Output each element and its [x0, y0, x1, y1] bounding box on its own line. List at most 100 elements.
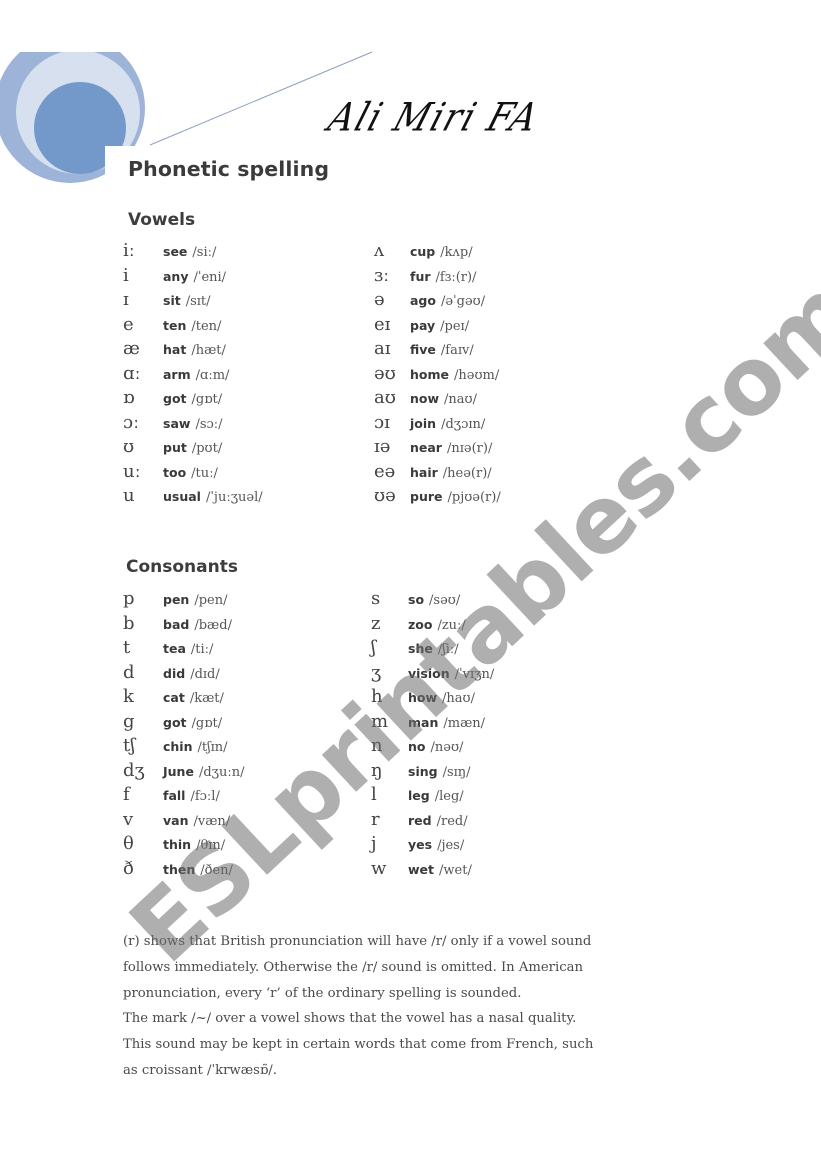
ipa-transcription: /siː/ [192, 245, 217, 260]
example-word: now [410, 391, 440, 406]
example-word: June [163, 763, 194, 779]
phoneme-row: ŋ sing/sɪŋ/ [371, 760, 494, 785]
ipa-transcription: /haʊ/ [442, 691, 475, 706]
ipa-transcription: /ɑːm/ [195, 367, 230, 383]
ipa-transcription: /dɪd/ [190, 666, 220, 682]
phoneme-symbol: ɪə [374, 436, 391, 457]
example-word: ago [410, 293, 436, 308]
phoneme-row: eɪ pay/peɪ/ [374, 314, 501, 339]
phoneme-row: dʒ June/dʒuːn/ [123, 760, 244, 785]
example-word: pay [410, 317, 436, 333]
ipa-transcription: /pjʊə(r)/ [447, 490, 501, 505]
ipa-transcription: /ten/ [191, 318, 222, 334]
ipa-transcription: /pʊt/ [191, 441, 223, 456]
ipa-transcription: /heə(r)/ [442, 465, 492, 481]
example-word: usual [163, 489, 201, 504]
ipa-transcription: /fɔːl/ [190, 789, 220, 804]
phoneme-symbol: p [123, 588, 135, 609]
phoneme-symbol: eə [374, 460, 396, 482]
example-word: fur [410, 268, 431, 284]
phoneme-symbol: e [123, 313, 134, 335]
phoneme-row: eə hair/heə(r)/ [374, 461, 501, 486]
phoneme-row: w wet/wet/ [371, 858, 494, 883]
phoneme-row: g got/gɒt/ [123, 711, 244, 736]
ipa-transcription: /mæn/ [443, 715, 486, 731]
ipa-transcription: /tuː/ [191, 465, 218, 481]
example-word: tea [163, 641, 186, 656]
phoneme-row: aʊ now/naʊ/ [374, 387, 501, 412]
phoneme-row: iː see/siː/ [123, 240, 263, 265]
phoneme-symbol: əʊ [374, 362, 396, 384]
example-word: leg [408, 788, 430, 803]
phoneme-symbol: ɔː [123, 411, 140, 433]
phoneme-row: ɪ sit/sɪt/ [123, 289, 263, 314]
phoneme-symbol: n [371, 735, 383, 756]
phoneme-symbol: ð [123, 857, 134, 879]
phoneme-row: ɑː arm/ɑːm/ [123, 363, 263, 388]
phoneme-row: ɔɪ join/dʒɔɪn/ [374, 412, 501, 437]
phoneme-symbol: θ [123, 833, 134, 854]
phoneme-row: uː too/tuː/ [123, 461, 263, 486]
example-word: home [410, 366, 449, 382]
phoneme-symbol: ʒ [371, 661, 382, 683]
example-word: cup [410, 244, 436, 259]
ipa-transcription: /kæt/ [189, 691, 224, 706]
example-word: got [163, 391, 187, 406]
notes: (r) shows that British pronunciation wil… [123, 929, 603, 1084]
example-word: did [163, 665, 186, 681]
consonants-heading: Consonants [126, 557, 238, 577]
phoneme-row: h how/haʊ/ [371, 686, 494, 711]
phoneme-row: ʒ vision/ˈvɪʒn/ [371, 662, 494, 687]
inner-circle [34, 82, 126, 174]
ipa-transcription: /bæd/ [194, 617, 232, 633]
phoneme-row: ɪə near/nɪə(r)/ [374, 436, 501, 461]
example-word: hat [163, 342, 187, 357]
example-word: thin [163, 837, 192, 852]
ipa-transcription: /gɒt/ [191, 715, 223, 731]
ipa-transcription: /θɪn/ [196, 838, 226, 853]
example-word: got [163, 714, 187, 730]
ipa-transcription: /jes/ [437, 838, 465, 853]
ipa-transcription: /dʒuːn/ [198, 764, 245, 780]
phoneme-symbol: ʌ [374, 240, 385, 261]
example-word: yes [408, 837, 433, 852]
example-word: any [163, 268, 189, 284]
example-word: zoo [408, 616, 433, 632]
phoneme-row: ə ago/əˈgəʊ/ [374, 289, 501, 314]
ipa-transcription: /peɪ/ [440, 318, 470, 334]
phoneme-row: u usual/ˈjuːʒuəl/ [123, 485, 263, 510]
example-word: sit [163, 293, 181, 308]
ipa-transcription: /nəʊ/ [430, 740, 464, 755]
ipa-transcription: /red/ [436, 813, 468, 829]
phoneme-row: tʃ chin/tʃɪn/ [123, 735, 244, 760]
phoneme-row: z zoo/zuː/ [371, 613, 494, 638]
example-word: so [408, 592, 425, 607]
phoneme-symbol: i [123, 264, 129, 286]
ipa-transcription: /zuː/ [437, 617, 466, 633]
phoneme-symbol: ɑː [123, 362, 141, 384]
example-word: fall [163, 788, 186, 803]
vowels-left-column: iː see/siː/i any/ˈeni/ɪ sit/sɪt/e ten/ten/æ h… [123, 240, 263, 510]
phoneme-row: ð then/ðen/ [123, 858, 244, 883]
phoneme-row: ɜː fur/fɜː(r)/ [374, 265, 501, 290]
phoneme-symbol: k [123, 686, 134, 707]
ipa-transcription: /naʊ/ [444, 392, 477, 407]
phoneme-symbol: ɔɪ [374, 411, 390, 433]
phoneme-symbol: eɪ [374, 313, 391, 335]
ipa-transcription: /sɔː/ [195, 416, 223, 432]
phoneme-row: v van/væn/ [123, 809, 244, 834]
phoneme-symbol: r [371, 808, 380, 830]
phoneme-row: e ten/ten/ [123, 314, 263, 339]
ipa-transcription: /væn/ [193, 813, 231, 829]
phoneme-symbol: j [371, 833, 377, 854]
ipa-transcription: /tʃɪn/ [197, 740, 228, 755]
example-word: pen [163, 592, 190, 607]
phoneme-row: t tea/tiː/ [123, 637, 244, 662]
phoneme-row: s so/səʊ/ [371, 588, 494, 613]
phoneme-row: b bad/bæd/ [123, 613, 244, 638]
phoneme-row: ʃ she/ʃiː/ [371, 637, 494, 662]
ipa-transcription: /leg/ [434, 789, 464, 804]
example-word: man [408, 714, 439, 730]
phoneme-row: k cat/kæt/ [123, 686, 244, 711]
phoneme-symbol: l [371, 784, 377, 805]
